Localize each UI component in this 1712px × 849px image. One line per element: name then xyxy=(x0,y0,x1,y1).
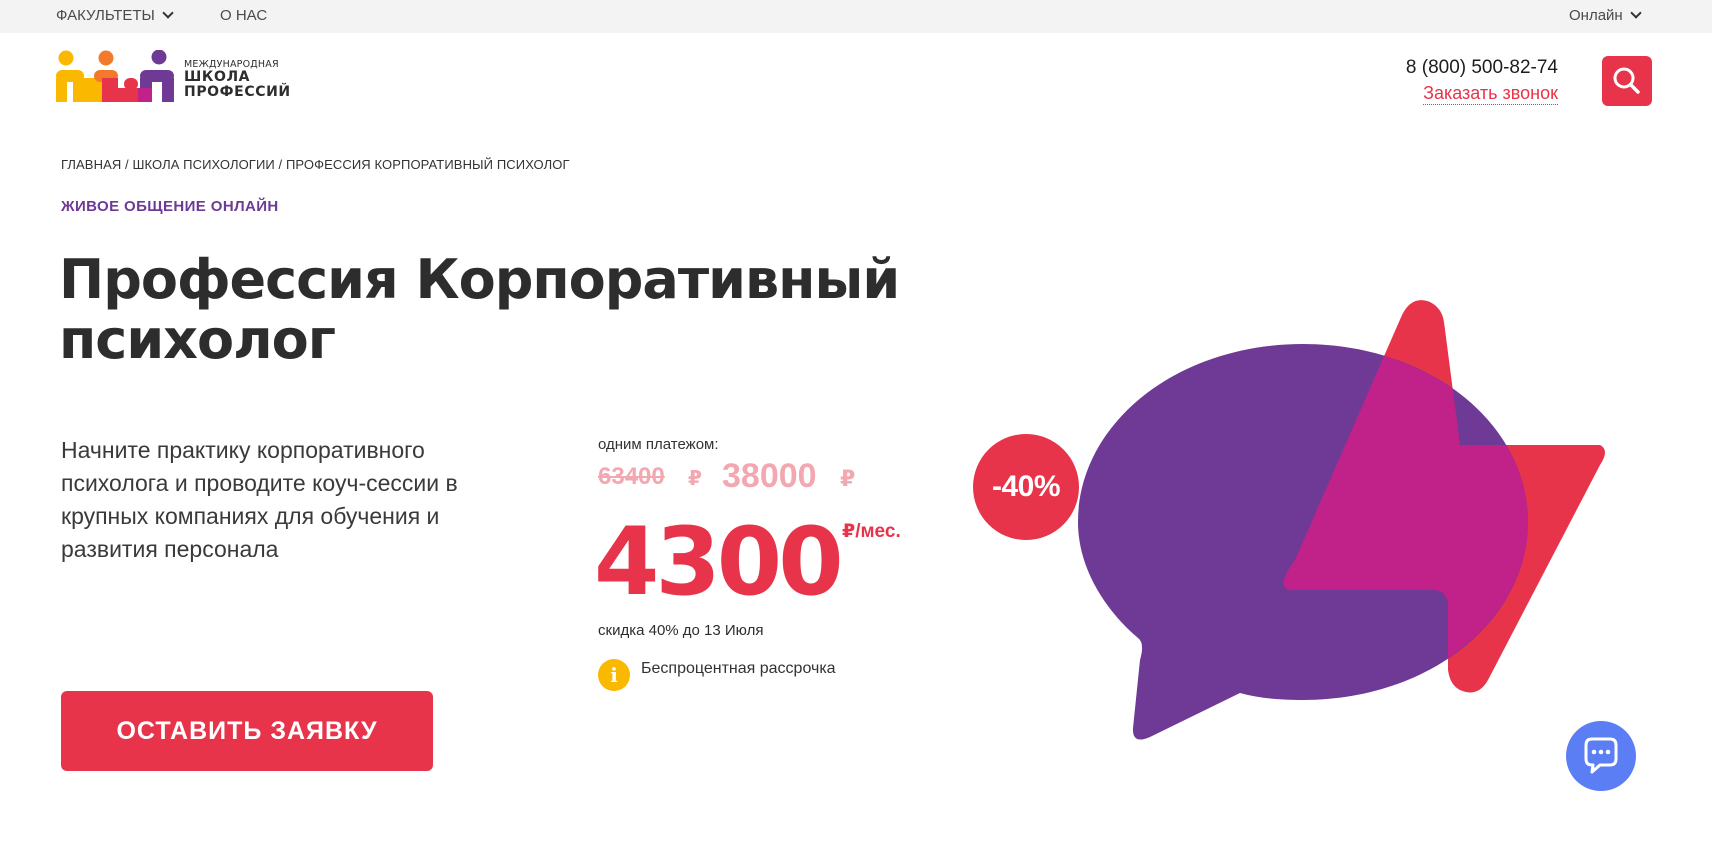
logo-text: МЕЖДУНАРОДНАЯ ШКОЛА ПРОФЕССИЙ xyxy=(184,60,291,99)
search-icon xyxy=(1613,67,1640,94)
chat-icon xyxy=(1584,737,1618,774)
discount-price-currency: ₽ xyxy=(840,466,856,491)
logo-line-3: ПРОФЕССИЙ xyxy=(184,83,291,100)
about-link[interactable]: О НАС xyxy=(220,0,267,33)
chevron-down-icon xyxy=(1630,7,1642,19)
page-title: Профессия Корпоративный психолог xyxy=(59,248,900,371)
faculties-menu[interactable]: ФАКУЛЬТЕТЫ xyxy=(56,0,174,33)
faculties-label: ФАКУЛЬТЕТЫ xyxy=(56,7,155,24)
discount-price: 38000 xyxy=(722,457,817,495)
format-tag: ЖИВОЕ ОБЩЕНИЕ ОНЛАЙН xyxy=(61,198,279,215)
old-price-currency: ₽ xyxy=(688,468,702,490)
installment-label: Беспроцентная рассрочка xyxy=(641,660,836,677)
course-description: Начните практику корпоративного психолог… xyxy=(61,437,458,562)
speech-bubble-lightning-illustration xyxy=(1078,300,1605,740)
discount-badge: -40% xyxy=(973,434,1079,540)
info-icon[interactable]: i xyxy=(598,659,630,691)
format-select[interactable]: Онлайн xyxy=(1569,0,1642,33)
discount-note: скидка 40% до 13 Июля xyxy=(598,622,764,639)
submit-application-button[interactable]: ОСТАВИТЬ ЗАЯВКУ xyxy=(61,691,433,771)
school-logo[interactable]: МЕЖДУНАРОДНАЯ ШКОЛА ПРОФЕССИЙ xyxy=(56,49,306,106)
top-bar: ФАКУЛЬТЕТЫ О НАС Онлайн xyxy=(0,0,1712,33)
logo-mark-icon xyxy=(56,49,174,102)
monthly-price: 4300 xyxy=(594,508,844,617)
chat-widget-button[interactable] xyxy=(1566,721,1636,791)
phone-number[interactable]: 8 (800) 500-82-74 xyxy=(1406,57,1558,79)
callback-link[interactable]: Заказать звонок xyxy=(1423,82,1558,105)
per-month-label: ₽/мес. xyxy=(842,521,901,542)
one-payment-label: одним платежом: xyxy=(598,436,719,453)
chevron-down-icon xyxy=(162,7,174,19)
breadcrumb[interactable]: ГЛАВНАЯ / ШКОЛА ПСИХОЛОГИИ / ПРОФЕССИЯ К… xyxy=(61,157,570,172)
format-label: Онлайн xyxy=(1569,7,1623,24)
old-price: 63400 xyxy=(598,463,665,490)
search-button[interactable] xyxy=(1602,56,1652,106)
logo-line-2: ШКОЛА xyxy=(184,68,251,85)
